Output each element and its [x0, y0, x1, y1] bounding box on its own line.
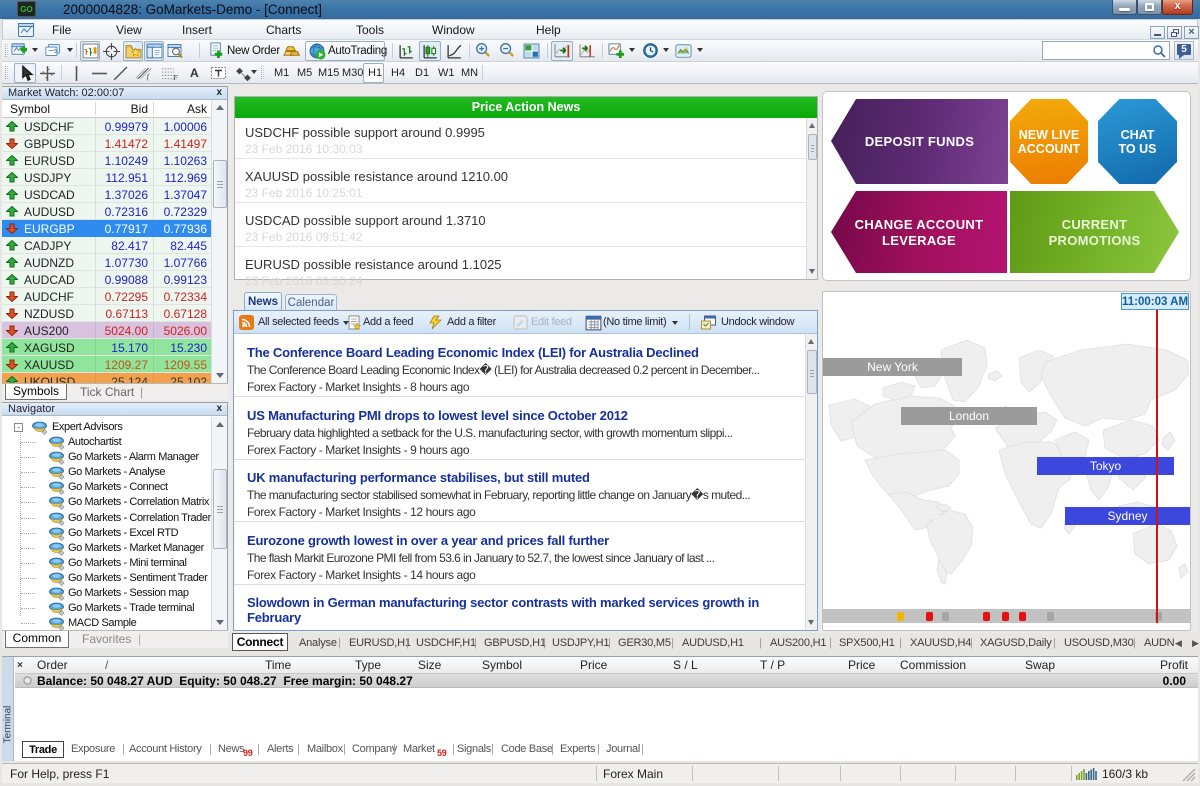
svg-text:f: f — [147, 73, 150, 81]
svg-text:F: F — [172, 73, 178, 82]
